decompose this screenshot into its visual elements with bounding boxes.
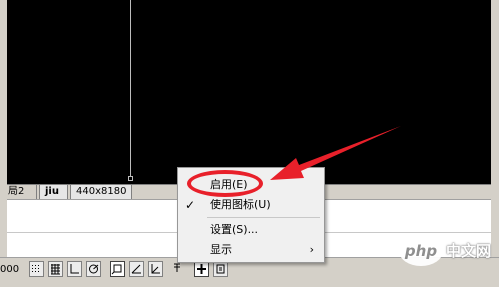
watermark-text: 中文网: [446, 242, 492, 260]
watermark-logo: php: [399, 236, 443, 266]
watermark: php 中文网: [399, 230, 499, 274]
